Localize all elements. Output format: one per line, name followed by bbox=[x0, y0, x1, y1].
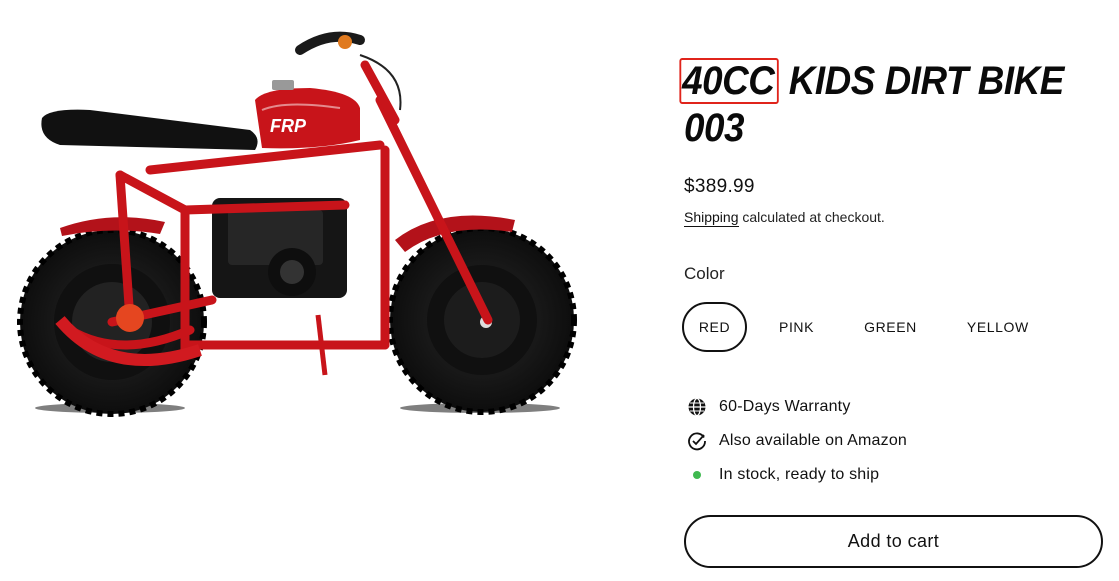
color-option-yellow[interactable]: YELLOW bbox=[949, 302, 1047, 352]
shipping-text: calculated at checkout. bbox=[738, 209, 885, 225]
shipping-link[interactable]: Shipping bbox=[684, 209, 739, 227]
in-stock-dot-icon bbox=[684, 462, 710, 488]
color-option-pink[interactable]: PINK bbox=[761, 302, 832, 352]
product-title: 40CC KIDS DIRT BIKE 003 bbox=[679, 58, 1070, 152]
feature-amazon: Also available on Amazon bbox=[684, 424, 907, 458]
color-options: RED PINK GREEN YELLOW bbox=[682, 302, 1061, 352]
feature-text: In stock, ready to ship bbox=[719, 466, 880, 483]
feature-text: Also available on Amazon bbox=[719, 432, 908, 449]
feature-warranty: 60-Days Warranty bbox=[684, 390, 907, 424]
color-option-green[interactable]: GREEN bbox=[846, 302, 935, 352]
product-image[interactable]: FRP bbox=[0, 0, 620, 581]
add-to-cart-button[interactable]: Add to cart bbox=[684, 515, 1103, 568]
feature-stock: In stock, ready to ship bbox=[684, 458, 907, 492]
title-highlight: 40CC bbox=[679, 58, 780, 104]
feature-text: 60-Days Warranty bbox=[719, 398, 851, 415]
check-circle-icon bbox=[684, 428, 710, 454]
color-label: Color bbox=[684, 264, 725, 283]
color-option-red[interactable]: RED bbox=[682, 302, 747, 352]
globe-icon bbox=[684, 394, 710, 420]
product-price: $389.99 bbox=[684, 176, 755, 197]
product-features: 60-Days Warranty Also available on Amazo… bbox=[684, 390, 907, 492]
dirt-bike-illustration: FRP bbox=[17, 31, 577, 417]
bike-logo: FRP bbox=[270, 116, 307, 136]
shipping-note: Shipping calculated at checkout. bbox=[684, 209, 885, 227]
